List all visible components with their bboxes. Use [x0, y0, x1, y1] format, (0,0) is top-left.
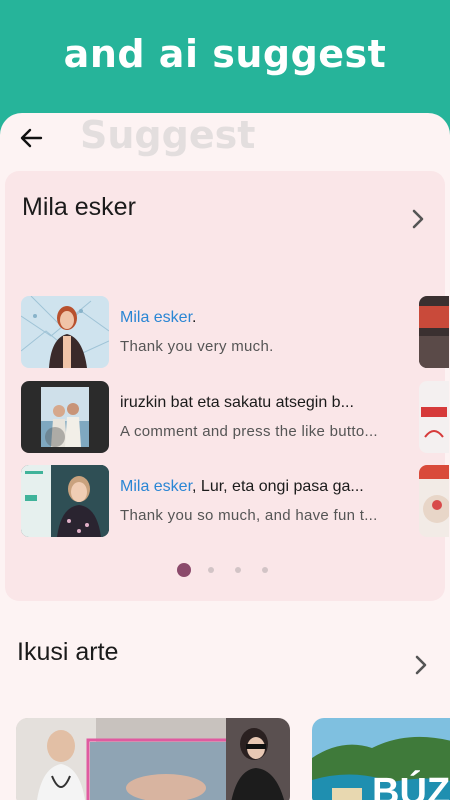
next-page-thumbnail[interactable]: [419, 465, 449, 537]
header-watermark: Suggest: [80, 113, 256, 157]
item-translation: A comment and press the like butto...: [120, 423, 378, 440]
item-translation: Thank you so much, and have fun t...: [120, 507, 378, 524]
video-thumbnail: [21, 465, 109, 537]
video-thumbnail: [21, 381, 109, 453]
video-thumbnail: [21, 296, 109, 368]
pagination-dot[interactable]: [262, 567, 268, 573]
banner-title: and ai suggest: [63, 32, 387, 76]
svg-text:BÚZ: BÚZ: [372, 769, 450, 800]
item-translation: Thank you very much.: [120, 338, 274, 355]
arrow-left-icon[interactable]: [16, 123, 46, 153]
list-item[interactable]: Mila esker, Lur, eta ongi pasa ga... Tha…: [21, 465, 416, 537]
video-card[interactable]: BÚZ: [312, 718, 450, 800]
chevron-right-icon[interactable]: [411, 208, 425, 230]
next-page-thumbnail[interactable]: [419, 381, 449, 453]
pagination-dot[interactable]: [235, 567, 241, 573]
section-title: Ikusi arte: [17, 638, 119, 666]
next-page-thumbnail[interactable]: [419, 296, 449, 368]
item-text: Mila esker, Lur, eta ongi pasa ga...: [120, 478, 364, 495]
chevron-right-icon[interactable]: [414, 654, 428, 676]
item-text: iruzkin bat eta sakatu atsegin b...: [120, 394, 354, 411]
suggest-card-title: Mila esker: [22, 193, 136, 221]
content-sheet: Suggest Mila esker Mila esker. Thank you…: [0, 113, 450, 800]
suggest-card: Mila esker Mila esker. Thank you very mu…: [5, 171, 449, 601]
video-card[interactable]: [16, 718, 290, 800]
item-text: Mila esker.: [120, 309, 197, 326]
pagination-dot-active[interactable]: [177, 563, 191, 577]
pagination-dot[interactable]: [208, 567, 214, 573]
top-banner: and ai suggest: [0, 0, 450, 120]
list-item[interactable]: Mila esker. Thank you very much.: [21, 296, 416, 368]
list-item[interactable]: iruzkin bat eta sakatu atsegin b... A co…: [21, 381, 416, 453]
